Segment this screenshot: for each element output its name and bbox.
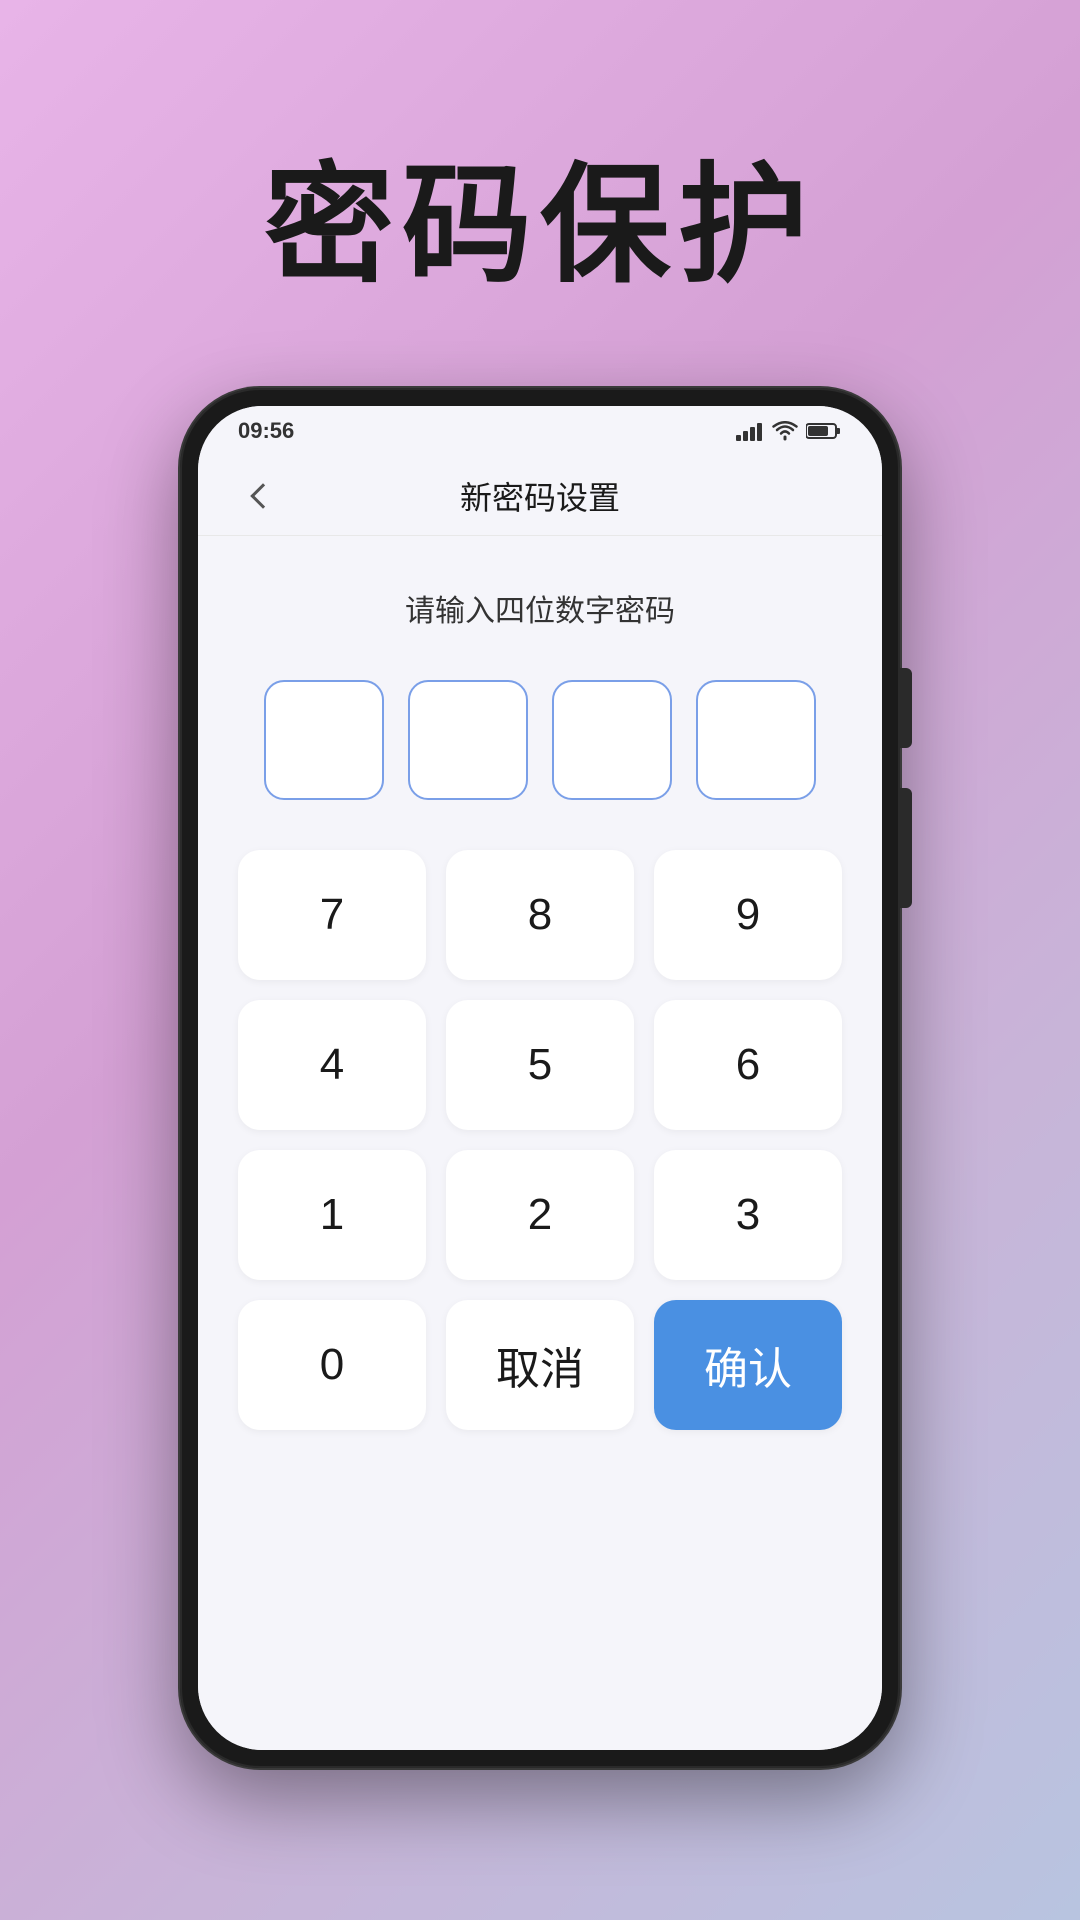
key-9[interactable]: 9 [654, 850, 842, 980]
pin-box-2[interactable] [408, 680, 528, 800]
page-title: 密码保护 [264, 120, 816, 308]
pin-box-3[interactable] [552, 680, 672, 800]
key-7[interactable]: 7 [238, 850, 426, 980]
status-bar: 09:56 [198, 406, 882, 456]
phone-frame: 09:56 [180, 388, 900, 1768]
signal-icon [736, 421, 764, 441]
phone-mockup: 09:56 [180, 388, 900, 1768]
pin-box-4[interactable] [696, 680, 816, 800]
confirm-button[interactable]: 确认 [654, 1300, 842, 1430]
key-2[interactable]: 2 [446, 1150, 634, 1280]
battery-icon [806, 422, 842, 440]
back-button[interactable] [238, 471, 288, 521]
pin-input-container [264, 680, 816, 800]
status-icons [736, 421, 842, 441]
phone-screen: 09:56 [198, 406, 882, 1750]
back-chevron-icon [250, 483, 275, 508]
key-4[interactable]: 4 [238, 1000, 426, 1130]
key-5[interactable]: 5 [446, 1000, 634, 1130]
content-area: 请输入四位数字密码 7 8 9 [198, 536, 882, 1750]
pin-box-1[interactable] [264, 680, 384, 800]
wifi-icon [772, 421, 798, 441]
cancel-button[interactable]: 取消 [446, 1300, 634, 1430]
key-1[interactable]: 1 [238, 1150, 426, 1280]
nav-title: 新密码设置 [460, 473, 620, 519]
key-6[interactable]: 6 [654, 1000, 842, 1130]
status-time: 09:56 [238, 418, 294, 444]
key-3[interactable]: 3 [654, 1150, 842, 1280]
key-0[interactable]: 0 [238, 1300, 426, 1430]
numpad-row-4: 0 取消 确认 [238, 1300, 842, 1430]
numpad: 7 8 9 4 5 6 1 2 3 [238, 850, 842, 1430]
numpad-row-3: 1 2 3 [238, 1150, 842, 1280]
key-8[interactable]: 8 [446, 850, 634, 980]
instruction-text: 请输入四位数字密码 [405, 586, 675, 630]
numpad-row-1: 7 8 9 [238, 850, 842, 980]
nav-bar: 新密码设置 [198, 456, 882, 536]
numpad-row-2: 4 5 6 [238, 1000, 842, 1130]
